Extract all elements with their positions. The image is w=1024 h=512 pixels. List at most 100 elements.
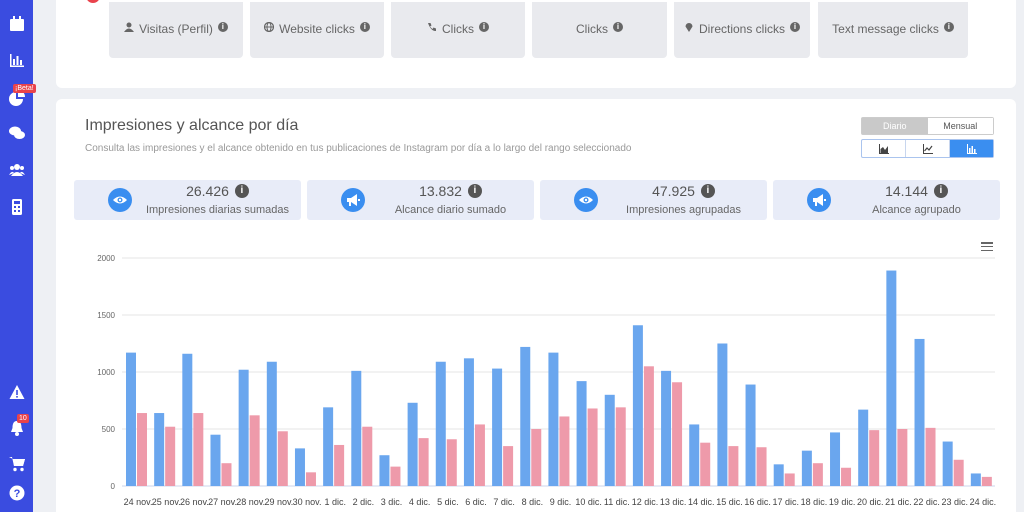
impressions-bar[interactable] xyxy=(126,352,136,486)
impressions-bar[interactable] xyxy=(717,343,728,487)
impressions-bar[interactable] xyxy=(379,455,390,486)
tab-website-clicks[interactable]: Website clicks i xyxy=(250,2,384,58)
chart-type-area[interactable] xyxy=(862,140,906,157)
impressions-bar[interactable] xyxy=(182,353,193,486)
info-icon[interactable]: i xyxy=(933,184,948,198)
impressions-bar[interactable] xyxy=(576,381,587,486)
impressions-bar[interactable] xyxy=(294,448,305,486)
calendar-icon[interactable] xyxy=(7,14,26,33)
reach-bar[interactable] xyxy=(446,439,457,486)
impressions-bar[interactable] xyxy=(266,361,277,486)
reach-bar[interactable] xyxy=(305,472,316,486)
impressions-bar[interactable] xyxy=(858,409,869,486)
impressions-bar[interactable] xyxy=(548,352,559,486)
reach-bar[interactable] xyxy=(531,429,542,486)
impressions-bar[interactable] xyxy=(154,413,165,486)
reach-bar[interactable] xyxy=(137,413,147,486)
impressions-bar[interactable] xyxy=(435,361,446,486)
impressions-bar[interactable] xyxy=(520,346,531,486)
phone-icon xyxy=(428,23,436,32)
reach-bar[interactable] xyxy=(334,444,345,486)
toggle-monthly[interactable]: Mensual xyxy=(927,118,993,134)
impressions-bar[interactable] xyxy=(492,368,503,486)
x-tick-label: 26 nov. xyxy=(180,497,209,507)
impressions-bar[interactable] xyxy=(942,441,953,486)
reach-bar[interactable] xyxy=(841,467,852,486)
info-icon[interactable]: i xyxy=(790,22,800,32)
reach-bar[interactable] xyxy=(362,426,373,486)
reach-bar[interactable] xyxy=(615,407,626,486)
reach-bar[interactable] xyxy=(474,424,485,486)
x-tick-label: 13 dic. xyxy=(660,497,687,507)
reach-bar[interactable] xyxy=(953,459,964,486)
users-icon[interactable] xyxy=(7,160,26,179)
impressions-bar[interactable] xyxy=(632,325,643,486)
chart-type-line[interactable] xyxy=(906,140,950,157)
calculator-icon[interactable] xyxy=(7,197,26,216)
info-icon[interactable]: i xyxy=(234,184,249,198)
impressions-bar[interactable] xyxy=(773,464,784,486)
info-icon[interactable]: i xyxy=(467,184,482,198)
cart-icon[interactable] xyxy=(7,454,26,473)
reach-bar[interactable] xyxy=(249,415,260,486)
info-icon[interactable]: i xyxy=(700,184,715,198)
tab-text-message-clicks[interactable]: Text message clicks i xyxy=(818,2,968,58)
tab-label: Visitas (Perfil) xyxy=(139,22,213,36)
warning-icon[interactable] xyxy=(7,382,26,401)
tab-directions-clicks[interactable]: Directions clicks i xyxy=(674,2,810,58)
help-icon[interactable]: ? xyxy=(7,483,26,502)
impressions-bar[interactable] xyxy=(323,407,334,486)
reach-bar[interactable] xyxy=(643,366,654,486)
reach-bar[interactable] xyxy=(812,463,823,486)
reach-bar[interactable] xyxy=(418,438,429,486)
reach-bar[interactable] xyxy=(981,476,992,486)
impressions-bar[interactable] xyxy=(661,370,672,486)
x-tick-label: 1 dic. xyxy=(324,497,346,507)
stat-label: Alcance agrupado xyxy=(872,204,961,216)
tab-email-clicks[interactable]: Clicks i xyxy=(532,2,667,58)
tab-label: Website clicks xyxy=(279,22,355,36)
reach-bar[interactable] xyxy=(277,431,288,486)
reach-bar[interactable] xyxy=(784,473,795,486)
reach-bar[interactable] xyxy=(869,430,880,486)
info-icon[interactable]: i xyxy=(613,22,623,32)
reach-bar[interactable] xyxy=(925,427,936,486)
reach-bar[interactable] xyxy=(165,426,176,486)
tab-profile-visits[interactable]: Visitas (Perfil) i xyxy=(109,2,243,58)
reach-bar[interactable] xyxy=(897,429,908,486)
chat-icon[interactable] xyxy=(7,123,26,142)
reach-bar[interactable] xyxy=(559,416,570,486)
bar-chart-icon[interactable] xyxy=(7,50,26,69)
impressions-bar[interactable] xyxy=(463,358,474,486)
impressions-bar[interactable] xyxy=(745,384,756,486)
tab-call-clicks[interactable]: Clicks i xyxy=(391,2,525,58)
impressions-bar[interactable] xyxy=(604,394,615,486)
reach-bar[interactable] xyxy=(587,408,598,486)
impressions-bar[interactable] xyxy=(351,370,362,486)
impressions-bar[interactable] xyxy=(970,473,981,486)
impressions-bar[interactable] xyxy=(914,338,925,486)
info-icon[interactable]: i xyxy=(359,22,370,32)
stat-value: 14.144 xyxy=(885,183,928,199)
chart-type-bar[interactable] xyxy=(950,140,993,157)
impressions-bar[interactable] xyxy=(238,369,249,486)
reach-bar[interactable] xyxy=(390,466,401,486)
tab-label: Clicks xyxy=(576,22,608,36)
impressions-bar[interactable] xyxy=(689,424,700,486)
reach-bar[interactable] xyxy=(728,446,739,486)
reach-bar[interactable] xyxy=(503,446,514,486)
impressions-bar[interactable] xyxy=(407,402,418,486)
impressions-bar[interactable] xyxy=(210,434,221,486)
reach-bar[interactable] xyxy=(672,382,683,486)
info-icon[interactable]: i xyxy=(217,22,228,32)
impressions-bar[interactable] xyxy=(830,432,841,486)
toggle-daily[interactable]: Diario xyxy=(862,118,928,134)
info-icon[interactable]: i xyxy=(943,22,954,32)
reach-bar[interactable] xyxy=(193,413,204,486)
impressions-bar[interactable] xyxy=(801,450,812,486)
info-icon[interactable]: i xyxy=(479,22,489,32)
reach-bar[interactable] xyxy=(756,447,767,486)
reach-bar[interactable] xyxy=(700,442,711,486)
impressions-bar[interactable] xyxy=(886,270,897,486)
reach-bar[interactable] xyxy=(221,463,232,486)
